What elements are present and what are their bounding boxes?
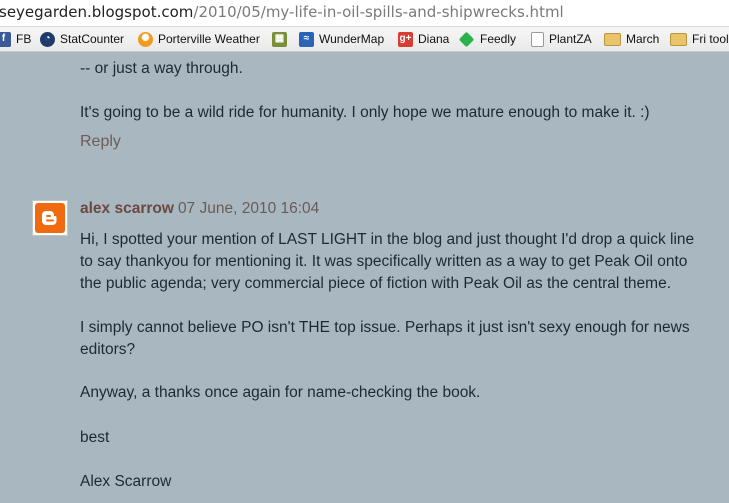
reply-link[interactable]: Reply <box>80 133 121 151</box>
bookmark-fb[interactable]: f FB <box>0 27 31 51</box>
comment-author-link[interactable]: alex scarrow <box>80 200 174 217</box>
comment-line: best <box>80 429 110 446</box>
bookmark-fri-tools[interactable]: Fri tools <box>670 27 729 51</box>
bookmark-march[interactable]: March <box>604 27 659 51</box>
bookmark-statcounter[interactable]: ◔ StatCounter <box>40 27 124 51</box>
folder-icon <box>604 32 621 46</box>
bookmark-image[interactable]: ▦ <box>272 27 292 51</box>
bookmark-wundermap[interactable]: ≈ WunderMap <box>299 27 384 51</box>
comment-date-link[interactable]: 07 June, 2010 16:04 <box>178 200 319 217</box>
folder-icon <box>670 32 687 46</box>
previous-comment-line: It's going to be a wild ride for humanit… <box>80 104 650 121</box>
comment-line: Hi, I spotted your mention of LAST LIGHT… <box>80 231 695 248</box>
previous-comment-line: -- or just a way through. <box>80 60 243 77</box>
bookmark-diana[interactable]: g+ Diana <box>398 27 449 51</box>
weather-icon: ✺ <box>138 31 153 47</box>
google-plus-icon: g+ <box>398 31 413 47</box>
comment-line: editors? <box>80 341 136 358</box>
url-path: /2010/05/my-life-in-oil-spills-and-shipw… <box>193 3 564 21</box>
comment-signature: Alex Scarrow <box>80 473 172 490</box>
page-icon <box>531 31 544 47</box>
comment-line: Anyway, a thanks once again for name-che… <box>80 384 481 401</box>
bookmarks-bar: f FB ◔ StatCounter ✺ Porterville Weather… <box>0 27 729 52</box>
bookmark-porterville-weather[interactable]: ✺ Porterville Weather <box>138 27 260 51</box>
address-bar[interactable]: seyegarden.blogspot.com/2010/05/my-life-… <box>0 0 729 27</box>
comment-line: the public agenda; very commercial piece… <box>80 275 672 292</box>
blogger-avatar[interactable] <box>32 200 68 236</box>
feedly-icon <box>458 31 475 47</box>
bookmark-feedly[interactable]: Feedly <box>458 27 516 51</box>
url-host: seyegarden.blogspot.com <box>0 3 194 21</box>
blogger-icon <box>42 211 57 225</box>
facebook-icon: f <box>0 31 11 47</box>
wundermap-icon: ≈ <box>299 31 314 47</box>
comment-header: alex scarrow 07 June, 2010 16:04 <box>80 200 319 218</box>
statcounter-icon: ◔ <box>40 31 55 47</box>
bookmark-plantza[interactable]: PlantZA <box>531 27 592 51</box>
comment-line: I simply cannot believe PO isn't THE top… <box>80 319 690 336</box>
comment-line: to say thankyou for mentioning it. It wa… <box>80 253 688 270</box>
comments-section: -- or just a way through. It's going to … <box>0 52 729 503</box>
image-icon: ▦ <box>272 31 287 47</box>
